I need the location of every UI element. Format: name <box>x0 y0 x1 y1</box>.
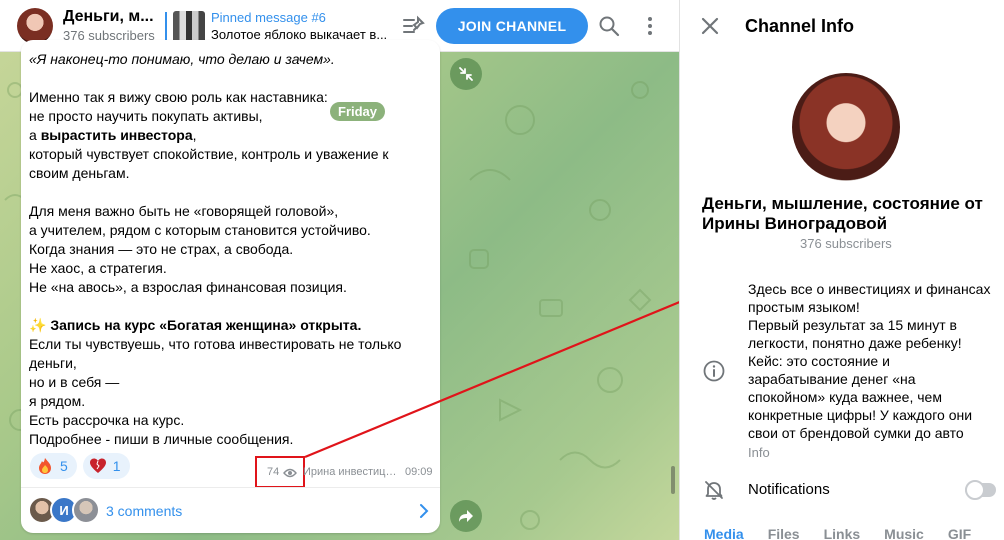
collapse-button[interactable] <box>450 58 482 90</box>
pinned-divider <box>165 12 167 42</box>
bold-phrase: вырастить инвестора <box>40 127 193 143</box>
post-line: «Я наконец-то понимаю, что делаю и зачем… <box>29 51 335 67</box>
tab-media[interactable]: Media <box>704 526 744 540</box>
date-chip: Friday <box>330 102 386 121</box>
notifications-label: Notifications <box>748 481 830 498</box>
post-line: который чувствует спокойствие, контроль … <box>29 146 389 181</box>
reaction-count: 1 <box>112 458 121 474</box>
description-paragraph: Здесь все о инвестициях и финансах прост… <box>748 281 991 315</box>
scrollbar-thumb[interactable] <box>671 466 675 494</box>
channel-post[interactable]: «Я наконец-то понимаю, что делаю и зачем… <box>21 40 440 533</box>
collapse-arrows-icon <box>459 67 473 81</box>
description-paragraph: Первый результат за 15 минут в легкости,… <box>748 317 962 351</box>
post-line: Не хаос, а стратегия. <box>29 260 167 276</box>
pinned-thumbnail[interactable] <box>173 11 205 43</box>
tab-files[interactable]: Files <box>768 526 800 540</box>
toggle-knob <box>965 480 985 500</box>
post-line: Для меня важно быть не «говорящей голово… <box>29 203 339 219</box>
post-spacer <box>29 69 429 88</box>
post-line-bold: а вырастить инвестора, <box>29 127 197 143</box>
post-line: Если ты чувствуешь, что готова инвестиро… <box>29 336 402 371</box>
channel-description[interactable]: Здесь все о инвестициях и финансах прост… <box>748 280 993 442</box>
description-label: Info <box>748 445 770 460</box>
post-line: Есть рассрочка на курс. <box>29 412 185 428</box>
post-line: Подробнее - пиши в личные сообщения. <box>29 431 294 447</box>
info-circle-icon <box>703 360 725 382</box>
more-options-icon[interactable] <box>638 14 662 38</box>
post-time: 09:09 <box>405 466 433 478</box>
share-arrow-icon <box>459 510 473 522</box>
post-spacer <box>29 297 429 316</box>
post-line: я рядом. <box>29 393 86 409</box>
post-line: а учителем, рядом с которым становится у… <box>29 222 371 238</box>
pinned-list-icon[interactable] <box>401 14 427 38</box>
post-line: Не «на авось», а взрослая финансовая поз… <box>29 279 347 295</box>
reactions-bar: 5 1 <box>30 453 130 479</box>
channel-full-name: Деньги, мышление, состояние от Ирины Вин… <box>702 194 983 233</box>
eye-icon <box>283 468 297 478</box>
bell-off-icon <box>705 481 723 500</box>
post-author: Ирина инвестици... <box>303 466 400 478</box>
chat-area: Деньги, м... 376 subscribers Pinned mess… <box>0 0 679 540</box>
description-paragraph: Кейс: это состояние и зарабатывание дене… <box>748 353 973 441</box>
channel-avatar-large[interactable] <box>792 73 900 181</box>
channel-avatar[interactable] <box>17 8 53 44</box>
join-channel-button[interactable]: JOIN CHANNEL <box>436 8 588 44</box>
forward-button[interactable] <box>450 500 482 532</box>
channel-subscribers: 376 subscribers <box>800 236 892 251</box>
reaction-fire[interactable]: 5 <box>30 453 77 479</box>
channel-info-panel: Channel Info Деньги, мышление, состояние… <box>679 0 1004 540</box>
heart-emoji-icon <box>89 458 106 473</box>
media-tabs: Media Files Links Music GIF <box>680 526 1004 540</box>
post-line: но и в себя — <box>29 374 120 390</box>
views-count: 74 <box>267 466 280 478</box>
reaction-count: 5 <box>60 458 68 474</box>
tab-music[interactable]: Music <box>884 526 924 540</box>
comments-label: 3 comments <box>106 503 183 519</box>
post-line-bold: ✨ Запись на курс «Богатая женщина» откры… <box>29 317 362 333</box>
notifications-toggle[interactable] <box>965 480 996 500</box>
pinned-title[interactable]: Pinned message #6 <box>211 10 326 25</box>
reaction-heart[interactable]: 1 <box>82 453 130 479</box>
comments-button[interactable]: И 3 comments <box>21 487 440 533</box>
tab-gif[interactable]: GIF <box>948 526 971 540</box>
post-spacer <box>29 183 429 202</box>
chevron-right-icon <box>420 504 429 518</box>
search-icon[interactable] <box>597 14 621 38</box>
channel-title[interactable]: Деньги, м... <box>63 8 154 26</box>
panel-title: Channel Info <box>745 16 854 36</box>
fire-emoji-icon <box>39 458 51 474</box>
tab-links[interactable]: Links <box>824 526 861 540</box>
views-highlight-box <box>255 456 305 488</box>
commenter-avatar <box>72 496 100 524</box>
close-icon[interactable] <box>700 16 720 36</box>
post-line: Когда знания — это не страх, а свобода. <box>29 241 294 257</box>
